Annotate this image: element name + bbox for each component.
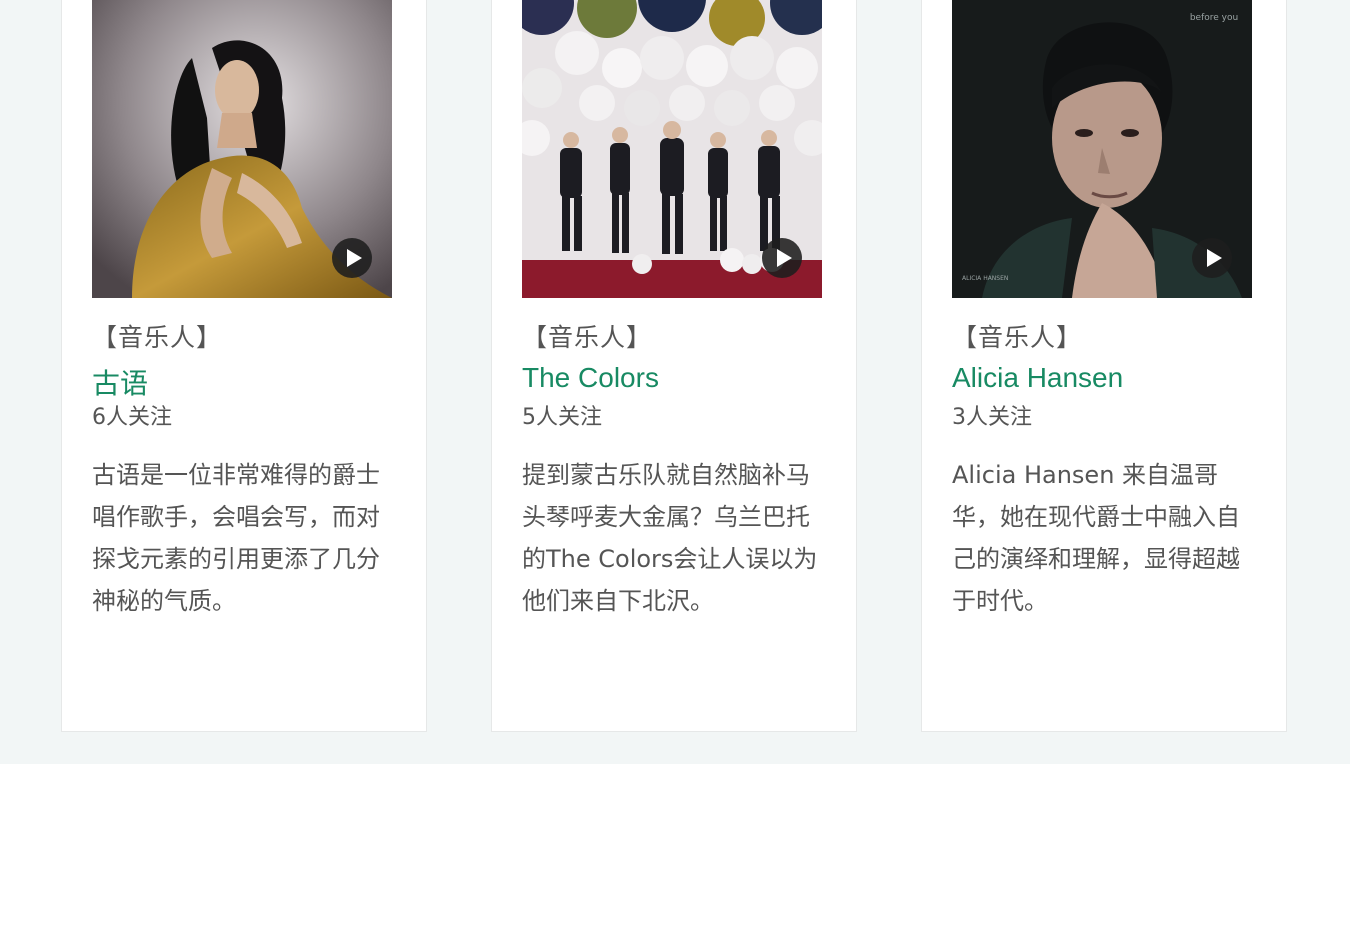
- play-icon: [347, 249, 362, 267]
- play-icon: [1207, 249, 1222, 267]
- artist-name-link[interactable]: Alicia Hansen: [952, 362, 1123, 394]
- artist-description: Alicia Hansen 来自温哥华，她在现代爵士中融入自己的演绎和理解，显得…: [952, 461, 1240, 615]
- play-button[interactable]: [332, 238, 372, 278]
- play-icon: [777, 249, 792, 267]
- artist-description: 古语是一位非常难得的爵士唱作歌手，会唱会写，而对探戈元素的引用更添了几分神秘的气…: [92, 461, 380, 615]
- play-button[interactable]: [1192, 238, 1232, 278]
- follower-count: 5人关注: [522, 405, 602, 430]
- play-button[interactable]: [762, 238, 802, 278]
- artist-card: 【音乐人】 The Colors 5人关注 提到蒙古乐队就自然脑补马头琴呼麦大金…: [491, 0, 857, 732]
- category-tag: 【音乐人】: [522, 323, 653, 352]
- category-tag: 【音乐人】: [952, 323, 1083, 352]
- artist-card: before you ALICIA HANSEN 【音乐人】 Alicia Ha…: [921, 0, 1287, 732]
- artist-photo[interactable]: before you ALICIA HANSEN: [952, 0, 1252, 298]
- follower-count: 3人关注: [952, 405, 1032, 430]
- artist-card: 【音乐人】 古语 6人关注 古语是一位非常难得的爵士唱作歌手，会唱会写，而对探戈…: [61, 0, 427, 732]
- category-tag: 【音乐人】: [92, 323, 223, 352]
- artist-photo[interactable]: [92, 0, 392, 298]
- follower-count: 6人关注: [92, 405, 172, 430]
- artist-name-link[interactable]: The Colors: [522, 362, 659, 394]
- album-title-text: before you: [1190, 13, 1238, 23]
- artist-description: 提到蒙古乐队就自然脑补马头琴呼麦大金属？乌兰巴托的The Colors会让人误以…: [522, 461, 818, 615]
- artist-photo[interactable]: [522, 0, 822, 298]
- artist-name-link[interactable]: 古语: [92, 362, 148, 402]
- album-artist-text: ALICIA HANSEN: [962, 275, 1008, 282]
